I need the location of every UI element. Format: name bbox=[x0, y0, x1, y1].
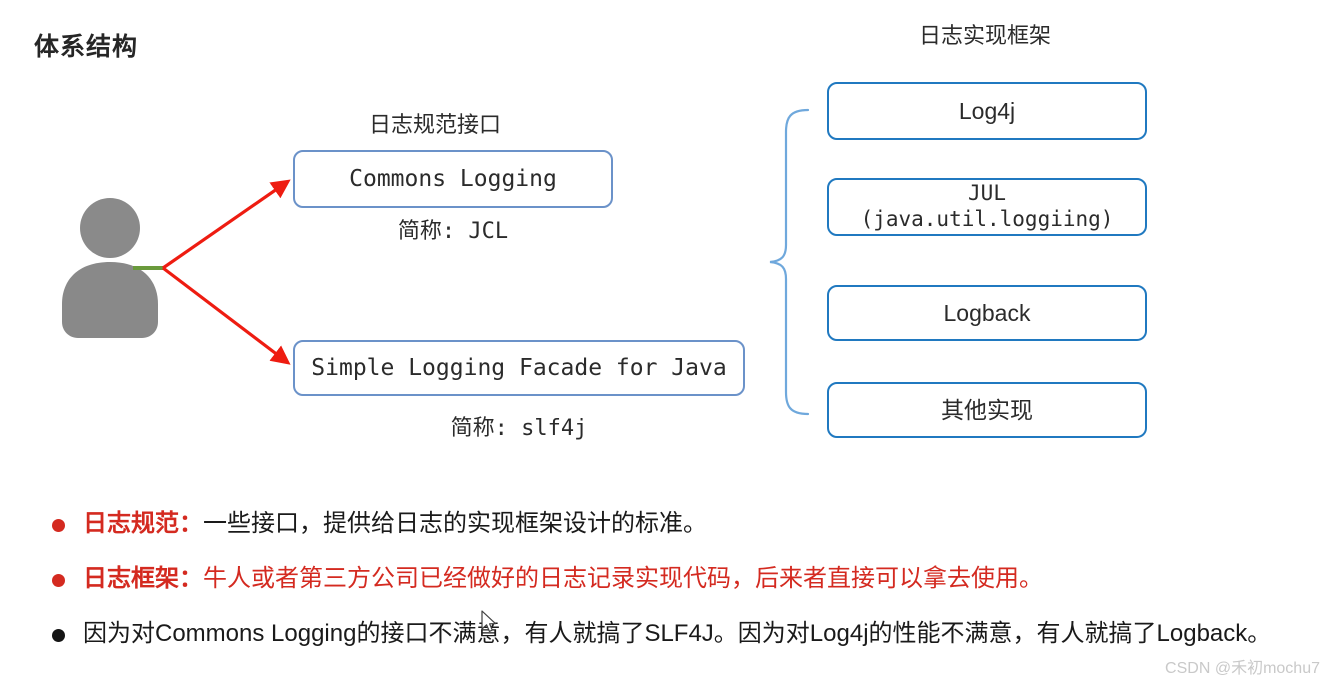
bullet-text: 因为对Commons Logging的接口不满意，有人就搞了SLF4J。因为对L… bbox=[83, 618, 1271, 649]
caption-spec-interfaces: 日志规范接口 bbox=[368, 112, 501, 137]
sublabel-jcl: 简称: JCL bbox=[397, 219, 509, 244]
bullet-head: 日志框架： bbox=[83, 565, 203, 593]
slide-canvas: 体系结构 日志规范接口 日志实现框架 Commons Logging 简称: J… bbox=[0, 0, 1332, 684]
bullet-body: 牛人或者第三方公司已经做好的日志记录实现代码，后来者直接可以拿去使用。 bbox=[203, 565, 1043, 593]
bullet-text: 日志框架：牛人或者第三方公司已经做好的日志记录实现代码，后来者直接可以拿去使用。 bbox=[83, 563, 1043, 594]
box-commons-logging[interactable]: Commons Logging bbox=[293, 150, 613, 208]
bullet-body: 因为对Commons Logging的接口不满意，有人就搞了SLF4J。因为对L… bbox=[83, 620, 1272, 648]
box-other-implementations[interactable]: 其他实现 bbox=[827, 382, 1147, 438]
list-item: 日志规范：一些接口，提供给日志的实现框架设计的标准。 bbox=[52, 508, 1312, 539]
box-log4j[interactable]: Log4j bbox=[827, 82, 1147, 140]
person-icon bbox=[62, 198, 158, 338]
sublabel-slf4j: 简称: slf4j bbox=[450, 416, 588, 441]
bullet-marker bbox=[52, 519, 65, 532]
arrow-to-slf4j bbox=[162, 266, 291, 365]
page-title: 体系结构 bbox=[34, 33, 139, 61]
csdn-watermark: CSDN @禾初mochu7 bbox=[1165, 660, 1320, 677]
bullet-head: 日志规范： bbox=[83, 510, 203, 537]
caption-impl-frameworks: 日志实现框架 bbox=[918, 23, 1051, 48]
curly-brace-icon bbox=[769, 108, 810, 416]
box-simple-logging-facade-for-java[interactable]: Simple Logging Facade for Java bbox=[293, 340, 745, 396]
bullet-list: 日志规范：一些接口，提供给日志的实现框架设计的标准。 日志框架：牛人或者第三方公… bbox=[52, 508, 1312, 674]
bullet-marker bbox=[52, 629, 65, 643]
mouse-cursor-icon bbox=[481, 610, 496, 632]
bullet-text: 日志规范：一些接口，提供给日志的实现框架设计的标准。 bbox=[83, 508, 707, 539]
box-jul[interactable]: JUL (java.util.loggiing) bbox=[827, 178, 1147, 236]
list-item: 因为对Commons Logging的接口不满意，有人就搞了SLF4J。因为对L… bbox=[52, 618, 1312, 649]
list-item: 日志框架：牛人或者第三方公司已经做好的日志记录实现代码，后来者直接可以拿去使用。 bbox=[52, 563, 1312, 594]
arrow-to-jcl bbox=[162, 179, 291, 270]
box-logback[interactable]: Logback bbox=[827, 285, 1147, 341]
bullet-body: 一些接口，提供给日志的实现框架设计的标准。 bbox=[203, 510, 707, 537]
bullet-marker bbox=[52, 574, 65, 588]
